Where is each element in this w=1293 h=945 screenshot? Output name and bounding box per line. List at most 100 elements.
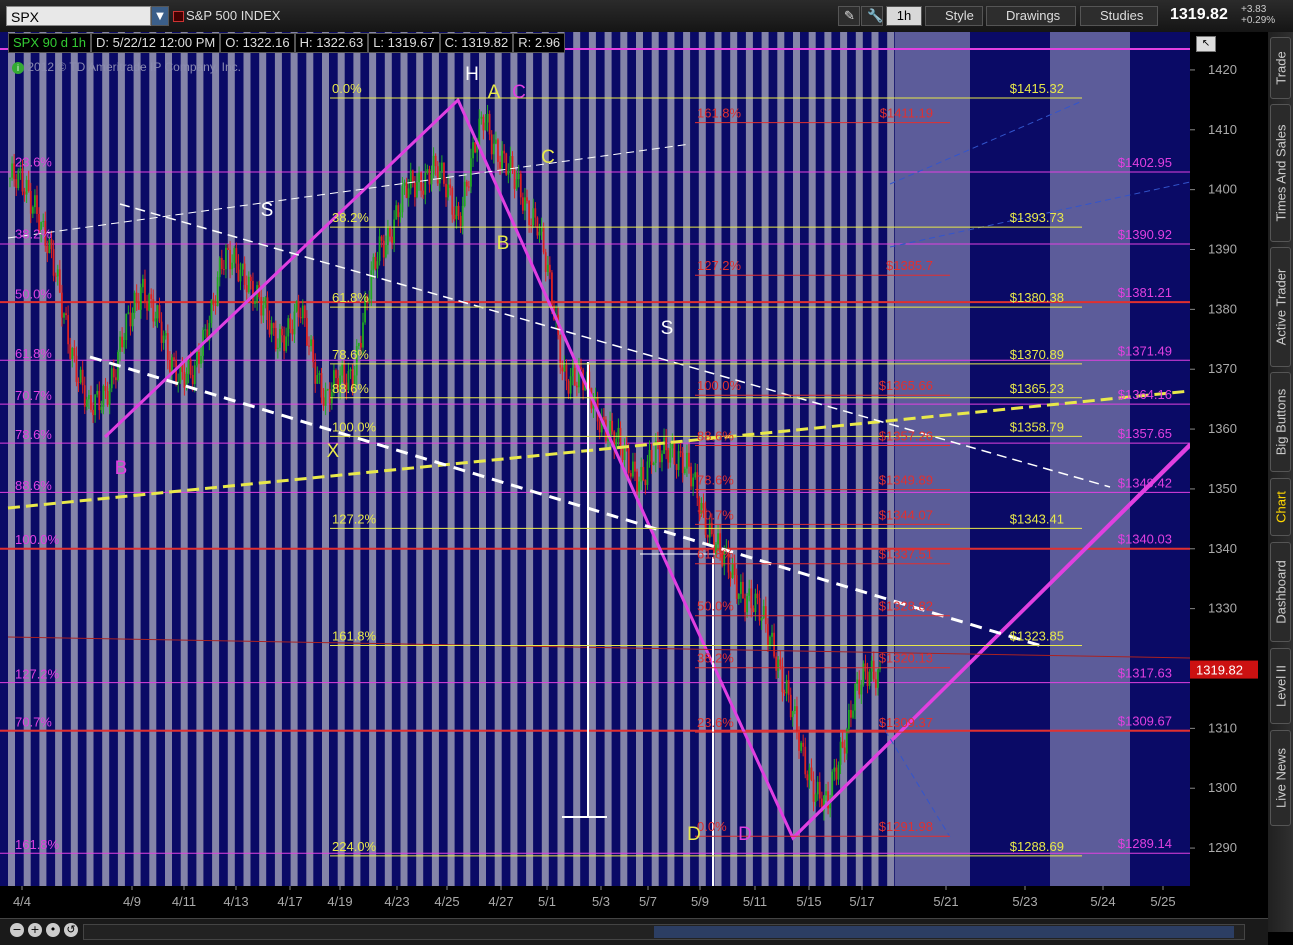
candle-body (154, 318, 157, 322)
candle-body (432, 155, 435, 175)
candle-body (650, 449, 653, 465)
red-fib-label: 23.6% (697, 715, 734, 730)
candle-body (279, 328, 281, 348)
zoom-in-icon[interactable]: + (28, 923, 42, 937)
red-fib-label: 0.0% (697, 819, 727, 834)
candle-body (802, 742, 805, 747)
candle-body (816, 781, 819, 795)
candle-body (629, 473, 632, 477)
price-chart[interactable]: 0.0% $1415.32 38.2% $1393.73 61.8% $1380.38 78… (0, 32, 1268, 918)
candle-body (841, 741, 844, 748)
symbol-input[interactable]: SPX (6, 6, 151, 26)
tab-big-buttons[interactable]: Big Buttons (1270, 372, 1291, 472)
red-fib-label: 88.6% (697, 428, 734, 443)
change-percent: +0.29% (1241, 15, 1276, 26)
tab-trade[interactable]: Trade (1270, 37, 1291, 99)
red-fib-value: $1357.26 (879, 428, 933, 443)
candle-body (409, 170, 412, 189)
session-band (149, 32, 157, 886)
candle-body (237, 263, 240, 282)
candle-body (534, 208, 537, 218)
session-band (243, 32, 251, 886)
candle-body (515, 179, 518, 189)
style-button[interactable]: Style (925, 6, 983, 26)
candle-body (837, 764, 840, 780)
tab-chart[interactable]: Chart (1270, 478, 1291, 536)
tab-level-ii[interactable]: Level II (1270, 648, 1291, 724)
candle-body (29, 190, 32, 214)
session-band (526, 32, 534, 886)
candle-body (461, 205, 464, 226)
tab-big-buttons-label: Big Buttons (1273, 388, 1288, 456)
candle-body (492, 143, 495, 155)
candle-body (634, 461, 636, 472)
date-tick-label: 5/7 (639, 894, 657, 909)
left-fib-label: 50.0% (15, 286, 52, 301)
candle-body (173, 357, 175, 361)
candle-body (756, 593, 759, 599)
zoom-out-icon[interactable]: − (10, 923, 24, 937)
candle-body (563, 365, 566, 372)
drawings-label: Drawings (1006, 8, 1061, 23)
candle-body (204, 329, 207, 331)
candle-body (571, 367, 574, 377)
drawings-button[interactable]: Drawings (986, 6, 1076, 26)
yellow-fib-value: $1288.69 (1010, 839, 1064, 854)
candle-body (690, 466, 692, 487)
candle-body (746, 595, 749, 613)
timeframe-button[interactable]: 1h (886, 6, 922, 26)
candle-body (164, 333, 167, 336)
tab-level-ii-label: Level II (1273, 665, 1288, 707)
candle-body (538, 231, 541, 236)
price-tick-label: 1330 (1208, 601, 1237, 616)
studies-button[interactable]: Studies (1080, 6, 1158, 26)
flag-icon[interactable] (173, 11, 184, 22)
zoom-reset-icon[interactable]: ↺ (64, 923, 78, 937)
session-band (384, 32, 392, 886)
cursor-icon[interactable]: ↖ (1196, 36, 1216, 52)
yellow-fib-value: $1323.85 (1010, 628, 1064, 643)
candle-body (561, 367, 564, 372)
candle-body (17, 170, 20, 189)
candle-body (430, 174, 433, 185)
tab-active-trader[interactable]: Active Trader (1270, 247, 1291, 367)
session-band (353, 32, 361, 886)
candle-body (401, 185, 404, 213)
last-price-tag-label: 1319.82 (1196, 663, 1243, 678)
symbol-dropdown-icon[interactable]: ▼ (151, 6, 169, 26)
price-tick-label: 1290 (1208, 840, 1237, 855)
settings-icon[interactable]: 🔧 (861, 6, 883, 26)
candle-body (312, 339, 315, 363)
candle-body (260, 297, 263, 316)
candle-body (108, 388, 111, 405)
pattern-point-label: S (661, 318, 674, 339)
tab-times-and-sales[interactable]: Times And Sales (1270, 104, 1291, 242)
candle-body (297, 301, 300, 318)
tab-live-news[interactable]: Live News (1270, 730, 1291, 826)
candle-body (254, 301, 256, 304)
session-band (196, 32, 204, 886)
chart-scrollbar[interactable] (83, 924, 1245, 940)
tab-dashboard[interactable]: Dashboard (1270, 542, 1291, 642)
candle-body (96, 391, 99, 395)
studies-label: Studies (1100, 8, 1144, 23)
candle-body (27, 179, 30, 191)
style-label: Style (945, 8, 974, 23)
candle-body (243, 263, 246, 286)
scrollbar-thumb[interactable] (654, 926, 1234, 938)
tools-icon[interactable]: ✎ (838, 6, 860, 26)
candle-body (482, 116, 485, 131)
candle-body (438, 171, 441, 184)
candle-body (125, 313, 128, 341)
candle-body (54, 275, 57, 277)
candle-body (9, 177, 11, 179)
chart-title[interactable]: SPX 90 d 1h (8, 33, 91, 53)
price-axis-background (1190, 32, 1268, 886)
candle-body (443, 162, 445, 184)
price-tick-label: 1300 (1208, 780, 1237, 795)
red-fib-label: 78.6% (697, 473, 734, 488)
candle-body (239, 269, 242, 282)
candle-body (833, 767, 836, 772)
zoom-fit-icon[interactable]: • (46, 923, 60, 937)
bar-high: H: 1322.63 (294, 33, 369, 53)
